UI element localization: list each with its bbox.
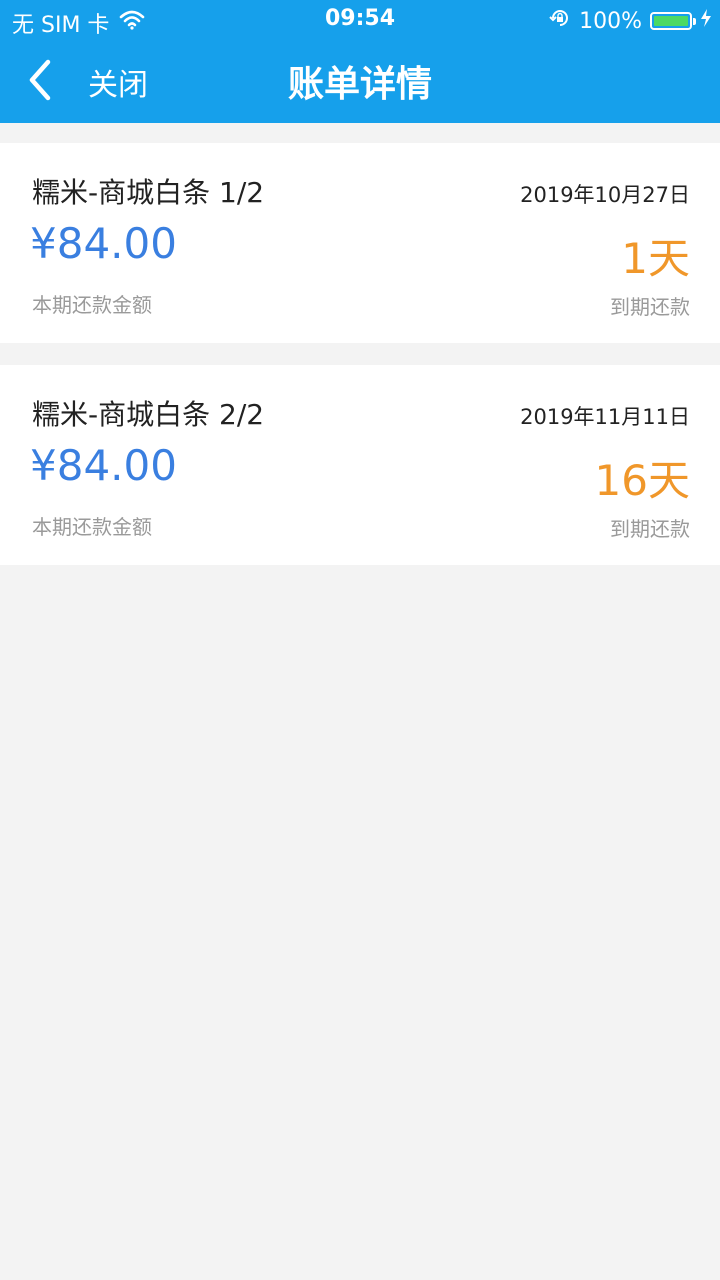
bill-card[interactable]: 糯米-商城白条 2/2 2019年11月11日 ¥84.00 16天 本期还款金… [0, 365, 720, 565]
battery-percent: 100% [579, 8, 642, 34]
header: 无 SIM 卡 09:54 100% 关闭 账单详情 [0, 0, 720, 123]
nav-bar: 关闭 账单详情 [0, 40, 720, 123]
bill-days-remaining: 1天 [621, 234, 690, 283]
bill-due-label: 到期还款 [610, 517, 690, 541]
bill-date: 2019年10月27日 [520, 183, 690, 207]
bill-title: 糯米-商城白条 1/2 [32, 176, 265, 209]
bill-due-label: 到期还款 [610, 295, 690, 319]
bill-amount-label: 本期还款金额 [32, 293, 152, 317]
status-right: 100% [549, 7, 712, 35]
rotation-lock-icon [549, 7, 571, 35]
battery-icon [650, 12, 696, 30]
page-title: 账单详情 [287, 64, 432, 105]
bill-amount-label: 本期还款金额 [32, 515, 152, 539]
status-bar: 无 SIM 卡 09:54 100% [0, 0, 720, 40]
bill-card[interactable]: 糯米-商城白条 1/2 2019年10月27日 ¥84.00 1天 本期还款金额… [0, 143, 720, 343]
bill-date: 2019年11月11日 [520, 405, 690, 429]
bill-title: 糯米-商城白条 2/2 [32, 398, 265, 431]
bill-amount: ¥84.00 [30, 441, 177, 490]
bill-amount: ¥84.00 [30, 219, 177, 268]
bill-days-remaining: 16天 [594, 456, 690, 505]
charging-icon [700, 8, 712, 34]
